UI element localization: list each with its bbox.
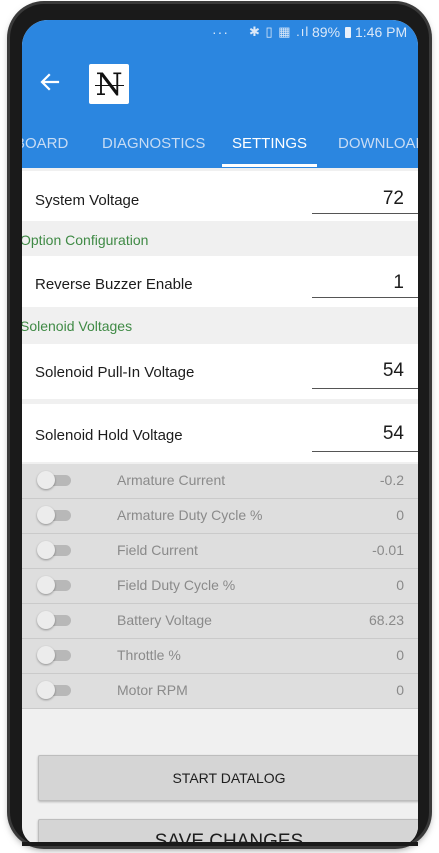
channel-value: 0 xyxy=(396,577,404,593)
channel-value: 0 xyxy=(396,647,404,663)
clock: 1:46 PM xyxy=(355,24,408,40)
reverse-buzzer-row: Reverse Buzzer Enable 1 xyxy=(22,256,418,307)
channel-value: 0 xyxy=(396,682,404,698)
battery-percent: 89% xyxy=(312,24,341,40)
battery-icon xyxy=(345,27,351,38)
channel-value: 68.23 xyxy=(368,612,404,628)
channel-value: 0 xyxy=(396,507,404,523)
toggle-knob xyxy=(37,646,55,664)
tab-diagnostics[interactable]: DIAGNOSTICS xyxy=(102,135,205,152)
tab-settings[interactable]: SETTINGS xyxy=(232,135,307,152)
channel-label: Battery Voltage xyxy=(117,612,212,628)
solenoid-hold-input[interactable]: 54 xyxy=(383,423,404,445)
toggle-switch[interactable] xyxy=(37,576,71,594)
system-voltage-label: System Voltage xyxy=(35,192,140,209)
toggle-knob xyxy=(37,471,55,489)
toggle-knob xyxy=(37,506,55,524)
toggle-switch[interactable] xyxy=(37,611,71,629)
datalog-row-armature-duty-cycle: Armature Duty Cycle % 0 xyxy=(22,499,418,534)
app-screen: ··· ✱ ▯ ▦ .ıl 89% 1:46 PM N BOARD DIAGNO… xyxy=(22,20,418,846)
channel-label: Throttle % xyxy=(117,647,181,663)
system-voltage-row: System Voltage 72 xyxy=(22,171,418,221)
channel-label: Armature Current xyxy=(117,472,226,488)
tab-board[interactable]: BOARD xyxy=(22,135,68,152)
system-voltage-input[interactable]: 72 xyxy=(383,188,404,210)
solenoid-hold-row: Solenoid Hold Voltage 54 xyxy=(22,404,418,462)
tab-download[interactable]: DOWNLOAD xyxy=(338,135,418,152)
toggle-switch[interactable] xyxy=(37,506,71,524)
toggle-knob xyxy=(37,611,55,629)
app-bar: ··· ✱ ▯ ▦ .ıl 89% 1:46 PM N BOARD DIAGNO… xyxy=(22,20,418,168)
status-icons: ✱ ▯ ▦ .ıl xyxy=(249,24,310,39)
start-datalog-button[interactable]: START DATALOG xyxy=(38,755,418,801)
back-arrow-icon[interactable] xyxy=(38,70,62,94)
datalog-row-motor-rpm: Motor RPM 0 xyxy=(22,674,418,709)
solenoid-pull-in-underline xyxy=(312,388,418,389)
notification-dots: ··· xyxy=(212,24,229,40)
solenoid-pull-in-row: Solenoid Pull-In Voltage 54 xyxy=(22,344,418,399)
reverse-buzzer-input[interactable]: 1 xyxy=(393,272,404,294)
channel-label: Field Current xyxy=(117,542,198,558)
reverse-buzzer-label: Reverse Buzzer Enable xyxy=(35,276,193,293)
reverse-buzzer-underline xyxy=(312,297,418,298)
solenoid-voltages-header: Solenoid Voltages xyxy=(22,318,133,334)
solenoid-pull-in-label: Solenoid Pull-In Voltage xyxy=(35,364,195,381)
active-tab-indicator xyxy=(222,164,317,167)
bottom-bezel xyxy=(22,842,418,846)
solenoid-pull-in-input[interactable]: 54 xyxy=(383,360,404,382)
datalog-row-throttle: Throttle % 0 xyxy=(22,639,418,674)
toggle-switch[interactable] xyxy=(37,681,71,699)
channel-label: Field Duty Cycle % xyxy=(117,577,236,593)
datalog-row-armature-current: Armature Current -0.2 xyxy=(22,464,418,499)
solenoid-hold-underline xyxy=(312,451,418,452)
toggle-knob xyxy=(37,681,55,699)
datalog-row-field-current: Field Current -0.01 xyxy=(22,534,418,569)
toggle-knob xyxy=(37,541,55,559)
app-logo: N xyxy=(89,64,129,104)
channel-value: -0.2 xyxy=(379,472,404,488)
datalog-row-field-duty-cycle: Field Duty Cycle % 0 xyxy=(22,569,418,604)
toggle-switch[interactable] xyxy=(37,541,71,559)
toggle-switch[interactable] xyxy=(37,646,71,664)
channel-label: Motor RPM xyxy=(117,682,188,698)
system-voltage-underline xyxy=(312,213,418,214)
tab-bar: BOARD DIAGNOSTICS SETTINGS DOWNLOAD xyxy=(22,126,418,168)
channel-label: Armature Duty Cycle % xyxy=(117,507,263,523)
solenoid-hold-label: Solenoid Hold Voltage xyxy=(35,427,183,444)
logo-strike xyxy=(95,85,124,86)
toggle-switch[interactable] xyxy=(37,471,71,489)
status-bar: ··· ✱ ▯ ▦ .ıl 89% 1:46 PM xyxy=(22,20,418,46)
toggle-knob xyxy=(37,576,55,594)
channel-value: -0.01 xyxy=(372,542,404,558)
option-configuration-header: Option Configuration xyxy=(22,232,149,248)
datalog-row-battery-voltage: Battery Voltage 68.23 xyxy=(22,604,418,639)
settings-content: System Voltage 72 Option Configuration R… xyxy=(22,168,418,846)
